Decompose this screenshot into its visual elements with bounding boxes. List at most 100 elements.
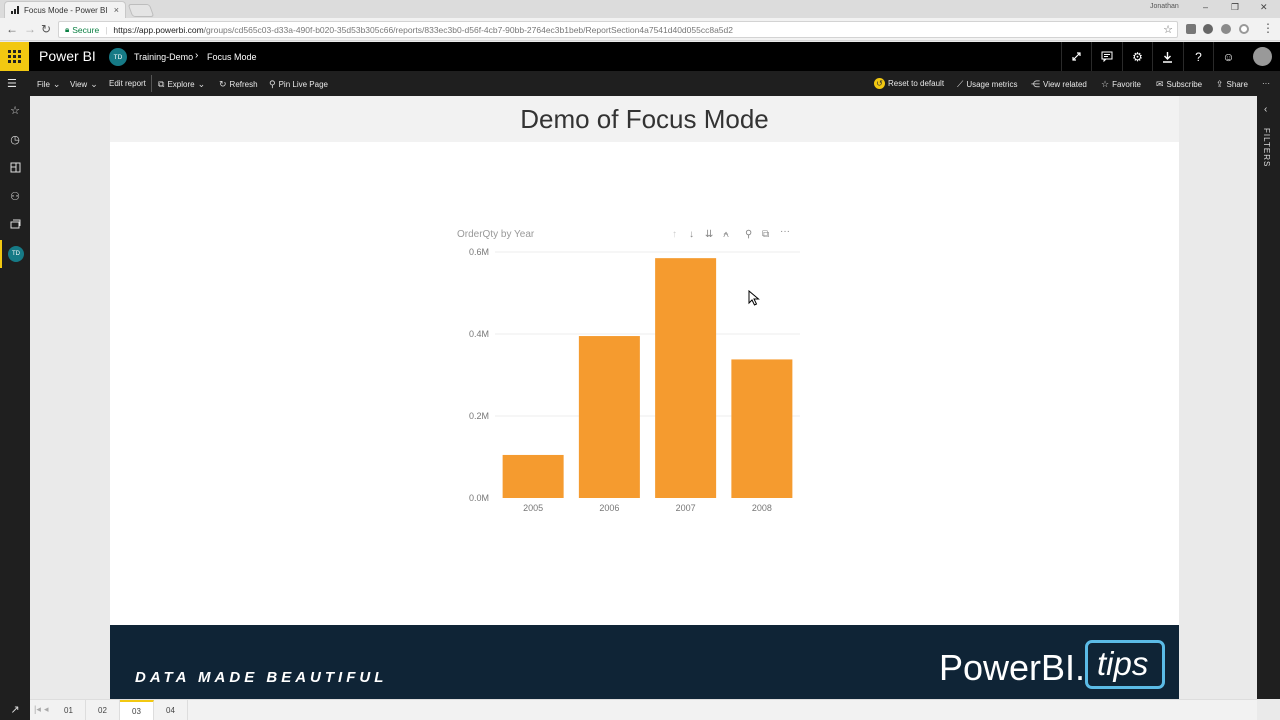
browser-menu-icon[interactable]: ⋮ [1262, 21, 1274, 35]
report-page: Demo of Focus Mode OrderQty by Year ↑ ↓ … [110, 96, 1179, 699]
chart-plot: 0.0M 0.2M 0.4M 0.6M 2005 2006 2007 2008 [469, 247, 800, 513]
expand-nav-icon[interactable]: ↗ [0, 699, 30, 720]
extension-icon[interactable] [1203, 24, 1213, 34]
view-menu[interactable]: View ⌄ [70, 79, 98, 90]
share-label: Share [1226, 80, 1248, 89]
pin-live-page-button[interactable]: ⚲ Pin Live Page [269, 79, 328, 90]
footer-logo-tips: tips [1097, 645, 1149, 682]
workspaces-icon[interactable] [0, 210, 30, 238]
secure-label: Secure [72, 24, 100, 35]
share-button[interactable]: ⇪ Share [1216, 79, 1248, 90]
refresh-label: Refresh [229, 80, 258, 89]
bar-chart-visual[interactable]: OrderQty by Year ↑ ↓ ⇊ ⍲ ⚲ ⧉ ··· 0.0M 0.2… [450, 221, 800, 521]
usage-metrics-button[interactable]: ⟋ Usage metrics [957, 79, 1017, 90]
reload-button[interactable]: ↻ [41, 22, 51, 36]
forward-button[interactable]: → [24, 22, 36, 36]
page-tab-01[interactable]: 01 [52, 700, 86, 720]
bar-2005[interactable] [502, 454, 564, 498]
fullscreen-icon[interactable] [1061, 42, 1091, 71]
subscribe-label: Subscribe [1166, 80, 1203, 89]
favorite-button[interactable]: ☆ Favorite [1101, 79, 1141, 90]
extension-mail-icon[interactable] [1186, 24, 1196, 34]
y-tick-label: 0.0M [469, 493, 489, 503]
settings-icon[interactable]: ⚙ [1122, 42, 1152, 71]
apps-icon[interactable] [0, 153, 30, 181]
url-host: https://app.powerbi.com [113, 24, 204, 35]
mail-icon: ✉ [1156, 79, 1164, 89]
browser-tab-title: Focus Mode - Power BI [24, 5, 108, 15]
first-page-icon[interactable]: |◂ [34, 704, 41, 715]
powerbi-header: Power BI TD Training-Demo › Focus Mode ⚙… [0, 42, 1280, 71]
x-tick-label: 2005 [523, 503, 543, 513]
usage-metrics-label: Usage metrics [966, 80, 1018, 89]
chevron-down-icon: ⌄ [52, 79, 61, 89]
brand-name[interactable]: Power BI [39, 48, 96, 64]
explore-menu[interactable]: ⧉ Explore ⌄ [158, 79, 205, 90]
shared-with-me-icon[interactable]: ⚇ [0, 182, 30, 210]
x-tick-label: 2007 [676, 503, 696, 513]
explore-icon: ⧉ [158, 79, 165, 89]
page-tab-04[interactable]: 04 [154, 700, 188, 720]
mouse-cursor-icon [748, 290, 760, 306]
divider [151, 75, 152, 92]
close-window-button[interactable]: ✕ [1260, 2, 1268, 13]
extension-icon[interactable] [1221, 24, 1231, 34]
app-launcher-icon[interactable] [0, 42, 29, 71]
filters-pane[interactable]: ‹ FILTERS [1257, 96, 1280, 699]
page-tab-03[interactable]: 03 [120, 700, 154, 720]
bar-2006[interactable] [578, 336, 640, 498]
bar-2008[interactable] [731, 359, 793, 498]
restore-window-button[interactable]: ❐ [1231, 2, 1239, 13]
y-tick-label: 0.4M [469, 329, 489, 339]
bookmark-star-icon[interactable]: ☆ [1163, 23, 1173, 36]
user-avatar[interactable] [1253, 47, 1272, 66]
file-menu[interactable]: File ⌄ [37, 79, 60, 90]
star-icon: ☆ [1101, 79, 1110, 89]
url-path: /groups/cd565c03-d33a-490f-b020-35d53b30… [203, 24, 733, 35]
current-workspace-item[interactable]: TD [0, 240, 30, 268]
close-tab-icon[interactable]: × [114, 5, 119, 15]
title-band: Demo of Focus Mode [110, 96, 1179, 142]
chevron-left-icon[interactable]: ‹ [1264, 104, 1267, 115]
minimize-window-button[interactable]: – [1203, 2, 1208, 12]
reset-icon: ↺ [874, 78, 885, 89]
breadcrumb-workspace[interactable]: Training-Demo [134, 52, 193, 62]
favorites-icon[interactable]: ☆ [0, 96, 30, 124]
x-tick-label: 2008 [752, 503, 772, 513]
edit-report-button[interactable]: Edit report [109, 79, 146, 88]
recent-icon[interactable]: ◷ [0, 125, 30, 153]
view-menu-label: View [70, 80, 88, 89]
left-navigation: ☆ ◷ ⚇ TD [0, 96, 30, 699]
url-input[interactable]: 🔒︎ Secure | https://app.powerbi.com/grou… [58, 21, 1178, 38]
page-tabs-bar: |◂ ◂ 01 02 03 04 [30, 699, 1257, 720]
hamburger-icon[interactable]: ☰ [7, 77, 17, 90]
footer-logo-text: PowerBI. [939, 647, 1086, 688]
previous-page-icon[interactable]: ◂ [44, 704, 49, 715]
new-tab-button[interactable] [127, 4, 155, 17]
page-title: Demo of Focus Mode [520, 104, 769, 134]
powerbi-favicon-icon [11, 6, 20, 14]
download-icon[interactable] [1152, 42, 1182, 71]
refresh-button[interactable]: ↻ Refresh [219, 79, 258, 90]
browser-tab[interactable]: Focus Mode - Power BI × [4, 1, 126, 18]
page-tab-02[interactable]: 02 [86, 700, 120, 720]
pin-icon: ⚲ [269, 79, 276, 89]
reset-to-default-label: Reset to default [888, 79, 945, 88]
refresh-icon: ↻ [219, 79, 227, 89]
bar-2007[interactable] [655, 258, 717, 498]
chevron-down-icon: ⌄ [197, 79, 206, 89]
feedback-smiley-icon[interactable]: ☺ [1213, 42, 1243, 71]
comment-icon[interactable] [1091, 42, 1121, 71]
reset-to-default-button[interactable]: ↺ Reset to default [874, 78, 944, 89]
extension-icon[interactable] [1239, 24, 1249, 34]
more-options-icon[interactable]: ··· [1262, 79, 1270, 88]
view-related-button[interactable]: ⋲ View related [1031, 79, 1087, 90]
window-user-label: Jonathan [1150, 3, 1179, 10]
related-icon: ⋲ [1031, 79, 1040, 89]
report-action-bar: ☰ File ⌄ View ⌄ Edit report ⧉ Explore ⌄ ↻ Ref… [0, 71, 1280, 96]
back-button[interactable]: ← [6, 22, 18, 36]
help-icon[interactable]: ? [1183, 42, 1213, 71]
subscribe-button[interactable]: ✉ Subscribe [1156, 79, 1202, 90]
breadcrumb-report: Focus Mode [207, 52, 257, 62]
workspace-avatar: TD [109, 48, 127, 66]
